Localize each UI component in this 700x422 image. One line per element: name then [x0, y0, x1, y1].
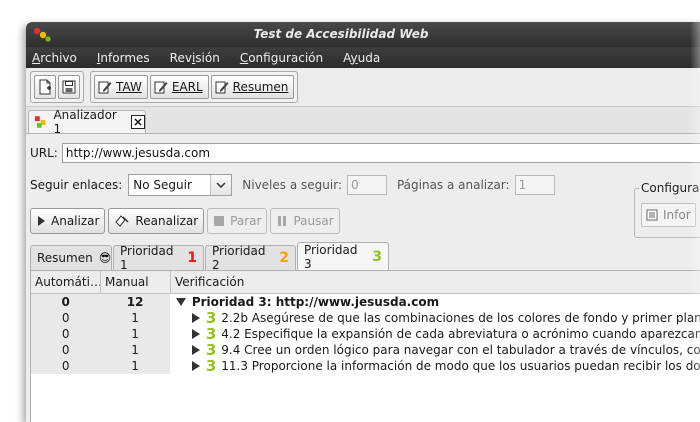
taw-report-button[interactable]: TAW	[94, 75, 148, 99]
reanalizar-button[interactable]: Reanalizar	[108, 208, 205, 234]
priority-3-badge: 3	[205, 326, 217, 342]
sunglasses-icon: 😎	[98, 251, 112, 265]
tab-prioridad-1[interactable]: Prioridad 1 1	[113, 244, 204, 272]
analizar-button[interactable]: Analizar	[30, 208, 106, 234]
column-automatico[interactable]: Automáti…	[31, 271, 101, 293]
earl-report-button[interactable]: EARL	[149, 75, 209, 99]
column-verificacion[interactable]: Verificación	[171, 271, 700, 293]
chevron-down-icon	[210, 175, 232, 195]
options-row: Seguir enlaces: No Seguir Niveles a segu…	[30, 174, 555, 196]
niveles-input[interactable]: 0	[346, 175, 387, 195]
seguir-enlaces-label: Seguir enlaces:	[30, 178, 123, 192]
save-icon	[62, 80, 76, 94]
menu-bar: Archivo Informes Revisión Configuración …	[26, 47, 700, 68]
paginas-label: Páginas a analizar:	[396, 178, 510, 192]
table-header: Automáti… Manual Verificación	[31, 271, 700, 294]
menu-archivo[interactable]: Archivo	[32, 51, 77, 65]
menu-informes[interactable]: Informes	[97, 51, 150, 65]
close-icon	[134, 118, 142, 126]
app-window: Test de Accesibilidad Web Archivo Inform…	[26, 22, 700, 422]
new-document-button[interactable]	[34, 75, 56, 99]
close-tab-button[interactable]	[131, 115, 145, 129]
play-icon	[38, 216, 45, 226]
expanded-arrow-icon[interactable]	[175, 298, 186, 306]
table-body: 0 12 Prioridad 3: http://www.jesusda.com…	[31, 294, 700, 374]
parar-button[interactable]: Parar	[207, 208, 268, 234]
url-input[interactable]	[61, 143, 700, 163]
priority-2-badge: 2	[279, 250, 289, 266]
tab-resumen[interactable]: Resumen 😎	[30, 245, 112, 270]
priority-3-badge: 3	[372, 249, 382, 265]
tab-prioridad-2[interactable]: Prioridad 2 2	[205, 244, 296, 272]
reanalyze-icon	[115, 215, 129, 227]
tab-analizador-1[interactable]: Analizador 1	[28, 108, 146, 136]
priority-1-badge: 1	[187, 250, 197, 266]
title-bar: Test de Accesibilidad Web	[26, 22, 700, 47]
table-row[interactable]: 0 1 3 11.3 Proporcione la información de…	[31, 358, 700, 374]
edit-report-icon	[98, 81, 112, 94]
config-group: Configura Infor	[634, 181, 700, 238]
actions-row: Analizar Reanalizar Parar Pausar	[30, 208, 343, 234]
niveles-label: Niveles a seguir:	[242, 178, 342, 192]
pausar-button[interactable]: Pausar	[270, 208, 340, 234]
column-manual[interactable]: Manual	[101, 271, 171, 293]
pause-icon	[278, 216, 287, 226]
table-row[interactable]: 0 1 3 9.4 Cree un orden lógico para nave…	[31, 342, 700, 358]
toolbar: TAW EARL Resumen	[26, 68, 700, 107]
stop-icon	[214, 216, 225, 226]
config-list-icon	[646, 209, 658, 221]
priority-3-badge: 3	[205, 310, 217, 326]
paginas-input[interactable]: 1	[514, 175, 555, 195]
priority-3-badge: 3	[205, 358, 217, 374]
config-legend: Configura	[639, 181, 700, 195]
collapsed-arrow-icon[interactable]	[191, 329, 200, 339]
document-tab-bar: Analizador 1	[26, 107, 700, 136]
edit-report-icon	[215, 81, 229, 94]
results-table: Automáti… Manual Verificación 0 12 Prior…	[30, 270, 700, 422]
new-document-icon	[39, 79, 51, 95]
priority-3-badge: 3	[205, 342, 217, 358]
file-tool-group	[30, 71, 84, 103]
seguir-enlaces-select[interactable]: No Seguir	[128, 174, 233, 196]
menu-revision[interactable]: Revisión	[170, 51, 220, 65]
tab-label: Analizador 1	[53, 108, 117, 136]
url-label: URL:	[30, 146, 58, 160]
bottom-fade-overlay	[31, 371, 700, 422]
report-tool-group: TAW EARL Resumen	[90, 71, 299, 103]
resumen-report-button[interactable]: Resumen	[210, 75, 295, 99]
priority-tab-bar: Resumen 😎 Prioridad 1 1 Prioridad 2 2 Pr…	[30, 242, 700, 272]
analyzer-icon	[34, 116, 46, 128]
informe-config-button[interactable]: Infor	[641, 203, 696, 227]
edit-report-icon	[154, 81, 168, 94]
url-row: URL:	[30, 143, 700, 163]
menu-ayuda[interactable]: Ayuda	[343, 51, 380, 65]
menu-configuracion[interactable]: Configuración	[240, 51, 323, 65]
table-group-row[interactable]: 0 12 Prioridad 3: http://www.jesusda.com	[31, 294, 700, 310]
table-row[interactable]: 0 1 3 2.2b Asegúrese de que las combinac…	[31, 310, 700, 326]
collapsed-arrow-icon[interactable]	[191, 313, 200, 323]
tab-prioridad-3[interactable]: Prioridad 3 3	[297, 242, 389, 271]
save-button[interactable]	[58, 75, 80, 99]
collapsed-arrow-icon[interactable]	[191, 361, 200, 371]
collapsed-arrow-icon[interactable]	[191, 345, 200, 355]
table-row[interactable]: 0 1 3 4.2 Especifique la expansión de ca…	[31, 326, 700, 342]
window-title: Test de Accesibilidad Web	[253, 27, 429, 41]
